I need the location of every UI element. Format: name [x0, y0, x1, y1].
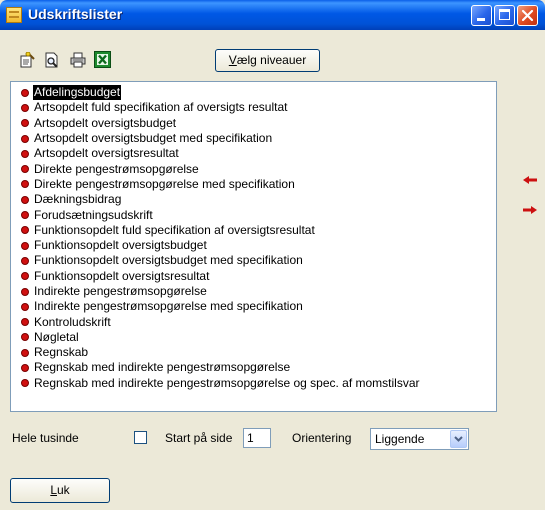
list-item[interactable]: Kontroludskrift — [21, 314, 496, 329]
choose-levels-label: Vælg niveauer — [228, 53, 307, 67]
report-bullet-icon — [21, 211, 29, 220]
report-bullet-icon — [21, 287, 29, 296]
list-item[interactable]: Direkte pengestrømsopgørelse med specifi… — [21, 177, 496, 192]
app-icon — [6, 7, 22, 23]
list-item-label: Artsopdelt oversigtsbudget med specifika… — [34, 131, 273, 146]
list-item-label: Nøgletal — [34, 329, 79, 344]
wizard-icon[interactable] — [19, 52, 35, 68]
list-item[interactable]: Regnskab med indirekte pengestrømsopgøre… — [21, 376, 496, 391]
list-item[interactable]: Nøgletal — [21, 330, 496, 345]
list-item-label: Regnskab med indirekte pengestrømsopgøre… — [34, 375, 420, 390]
dropdown-button[interactable] — [450, 430, 467, 448]
whole-thousands-checkbox[interactable] — [134, 431, 147, 444]
title-bar[interactable]: Udskriftslister — [0, 0, 545, 30]
orientation-select[interactable]: Liggende — [370, 428, 469, 450]
report-bullet-icon — [21, 272, 29, 281]
printer-icon[interactable] — [70, 52, 86, 68]
list-item-label: Afdelingsbudget — [33, 85, 122, 101]
chevron-down-icon — [454, 436, 463, 442]
close-window-button[interactable] — [517, 5, 538, 26]
report-bullet-icon — [21, 348, 29, 357]
excel-icon[interactable] — [94, 51, 111, 68]
list-item[interactable]: Artsopdelt oversigtsbudget med specifika… — [21, 131, 496, 146]
maximize-icon — [499, 9, 510, 20]
report-bullet-icon — [21, 241, 29, 250]
report-bullet-icon — [21, 302, 29, 311]
list-item-label: Artsopdelt oversigtsbudget — [34, 115, 177, 130]
close-button[interactable]: Luk — [10, 478, 110, 503]
report-bullet-icon — [21, 318, 29, 327]
report-bullet-icon — [21, 256, 29, 265]
maximize-button[interactable] — [494, 5, 515, 26]
list-item-label: Dækningsbidrag — [34, 192, 122, 207]
report-bullet-icon — [21, 180, 29, 189]
move-right-arrow-icon[interactable] — [522, 205, 538, 215]
close-label: Luk — [50, 483, 70, 497]
report-bullet-icon — [21, 363, 29, 372]
list-item[interactable]: Funktionsopdelt oversigtsbudget med spec… — [21, 253, 496, 268]
orientation-label: Orientering — [292, 431, 352, 445]
list-item[interactable]: Artsopdelt oversigtsresultat — [21, 146, 496, 161]
list-item-label: Indirekte pengestrømsopgørelse med speci… — [34, 299, 303, 314]
list-item-label: Artsopdelt oversigtsresultat — [34, 146, 179, 161]
list-item[interactable]: Regnskab — [21, 345, 496, 360]
report-bullet-icon — [21, 149, 29, 158]
list-item[interactable]: Artsopdelt fuld specifikation af oversig… — [21, 100, 496, 115]
report-bullet-icon — [21, 103, 29, 112]
report-list[interactable]: Afdelingsbudget Artsopdelt fuld specifika… — [10, 81, 497, 412]
close-icon — [521, 9, 534, 22]
list-item[interactable]: Indirekte pengestrømsopgørelse — [21, 284, 496, 299]
list-item-label: Indirekte pengestrømsopgørelse — [34, 284, 207, 298]
move-left-arrow-icon[interactable] — [522, 175, 538, 185]
list-item-label: Funktionsopdelt fuld specifikation af ov… — [34, 222, 315, 237]
report-bullet-icon — [21, 379, 29, 388]
choose-levels-button[interactable]: Vælg niveauer — [215, 49, 320, 72]
list-item-label: Funktionsopdelt oversigtsbudget med spec… — [34, 253, 303, 268]
list-item-label: Funktionsopdelt oversigtsbudget — [34, 238, 207, 253]
list-item[interactable]: Funktionsopdelt oversigtsresultat — [21, 269, 496, 284]
report-bullet-icon — [21, 195, 29, 204]
list-item-label: Direkte pengestrømsopgørelse med specifi… — [34, 176, 295, 191]
list-item-label: Artsopdelt fuld specifikation af oversig… — [34, 100, 288, 115]
minimize-icon — [477, 18, 485, 21]
print-preview-icon[interactable] — [44, 52, 60, 68]
list-item-label: Regnskab med indirekte pengestrømsopgøre… — [34, 360, 291, 375]
minimize-button[interactable] — [471, 5, 492, 26]
list-item-label: Funktionsopdelt oversigtsresultat — [34, 268, 210, 283]
list-item-label: Direkte pengestrømsopgørelse — [34, 161, 199, 176]
report-bullet-icon — [21, 134, 29, 143]
report-bullet-icon — [21, 226, 29, 235]
list-item[interactable]: Direkte pengestrømsopgørelse — [21, 161, 496, 176]
start-page-input[interactable]: 1 — [243, 428, 271, 448]
report-bullet-icon — [21, 88, 29, 97]
report-bullet-icon — [21, 333, 29, 342]
list-item[interactable]: Forudsætningsudskrift — [21, 207, 496, 222]
list-item-label: Regnskab — [34, 345, 89, 360]
list-item[interactable]: Regnskab med indirekte pengestrømsopgøre… — [21, 360, 496, 375]
orientation-value: Liggende — [375, 432, 425, 446]
list-item[interactable]: Funktionsopdelt oversigtsbudget — [21, 238, 496, 253]
list-item[interactable]: Artsopdelt oversigtsbudget — [21, 116, 496, 131]
list-item-label: Forudsætningsudskrift — [34, 207, 153, 222]
list-item[interactable]: Afdelingsbudget — [21, 85, 496, 101]
start-page-label: Start på side — [165, 431, 233, 445]
window-title: Udskriftslister — [28, 6, 123, 22]
list-item[interactable]: Indirekte pengestrømsopgørelse med speci… — [21, 299, 496, 314]
list-item-label: Kontroludskrift — [34, 314, 111, 329]
report-bullet-icon — [21, 119, 29, 128]
list-item[interactable]: Funktionsopdelt fuld specifikation af ov… — [21, 223, 496, 238]
list-item[interactable]: Dækningsbidrag — [21, 192, 496, 207]
whole-thousands-label: Hele tusinde — [12, 431, 79, 445]
report-bullet-icon — [21, 165, 29, 174]
